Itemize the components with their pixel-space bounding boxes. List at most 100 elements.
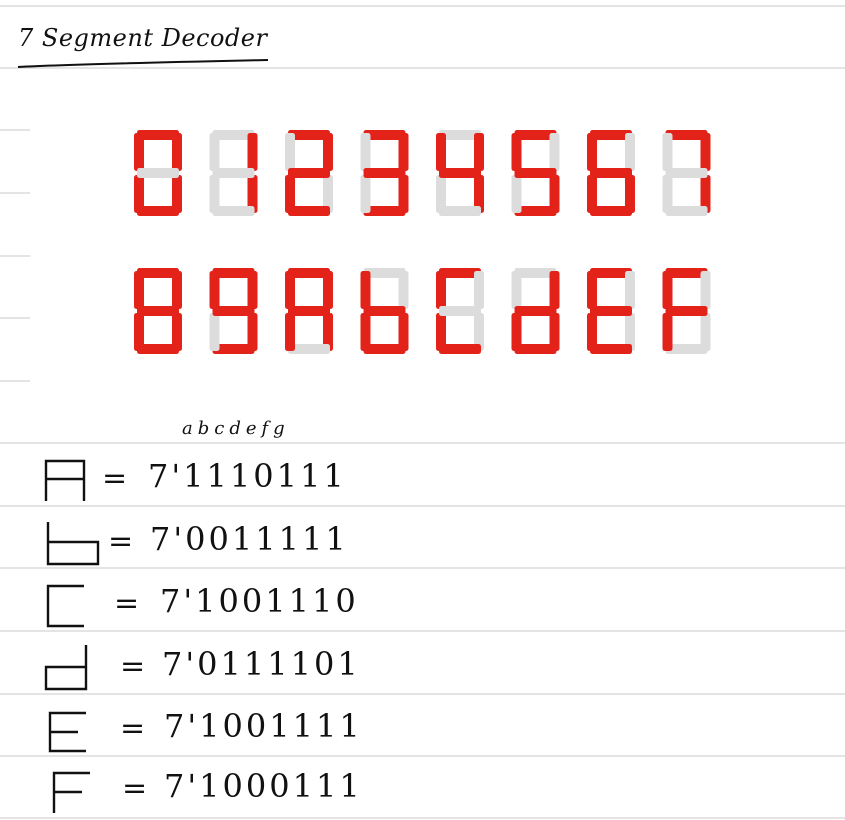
segment-e [134, 313, 144, 351]
segment-b [700, 133, 711, 171]
segment-g [363, 306, 406, 316]
segment-e [209, 175, 220, 213]
glyph-F-icon [52, 771, 90, 813]
segment-b [247, 271, 258, 309]
segment-g [363, 168, 406, 178]
segment-e [360, 175, 371, 213]
segment-b [398, 133, 409, 171]
segment-e [436, 313, 446, 351]
segment-g [590, 168, 632, 178]
segment-g [514, 168, 557, 178]
segment-code: 7'0011111 [150, 520, 349, 558]
digit-4 [436, 130, 484, 216]
segment-e [511, 175, 522, 213]
segment-e [360, 313, 371, 351]
page-title: 7 Segment Decoder [18, 24, 268, 52]
segment-e [662, 313, 673, 351]
segment-f [587, 271, 597, 309]
segment-f [134, 271, 144, 309]
digit-b [360, 268, 409, 354]
segment-f [209, 133, 220, 171]
segment-e [285, 175, 295, 213]
segment-g [137, 306, 179, 316]
segment-f [360, 133, 371, 171]
segment-f [662, 133, 673, 171]
segment-b [474, 271, 484, 309]
segment-g [665, 168, 708, 178]
segment-e [587, 175, 597, 213]
segment-b [625, 271, 635, 309]
segment-f [209, 271, 220, 309]
segment-code: 7'1000111 [164, 767, 363, 805]
segment-e [511, 313, 522, 351]
equals-sign: = [120, 711, 146, 746]
glyph-d-icon [44, 645, 88, 691]
segment-b [700, 271, 711, 309]
digit-9 [209, 268, 258, 354]
segment-f [436, 133, 446, 171]
segment-b [323, 133, 333, 171]
segment-f [360, 271, 371, 309]
segment-e [662, 175, 673, 213]
glyph-b-icon [46, 522, 100, 566]
digit-0 [134, 130, 182, 216]
digit-A [285, 268, 333, 354]
segment-b [549, 133, 560, 171]
digit-1 [209, 130, 258, 216]
segment-b [172, 271, 182, 309]
segment-code: 7'1110111 [148, 457, 347, 495]
equals-sign: = [102, 461, 128, 496]
segment-e [285, 313, 295, 351]
segment-e [436, 175, 446, 213]
segment-code: 7'1001110 [160, 582, 359, 620]
segment-b [625, 133, 635, 171]
equals-sign: = [122, 771, 148, 806]
digit-d [511, 268, 560, 354]
equals-sign: = [108, 524, 134, 559]
glyph-C-icon [46, 584, 84, 628]
segment-b [474, 133, 484, 171]
segment-g [439, 306, 481, 316]
digit-7 [662, 130, 711, 216]
digit-E [587, 268, 635, 354]
segment-f [285, 271, 295, 309]
equals-sign: = [120, 649, 146, 684]
segment-e [209, 313, 220, 351]
segment-b [549, 271, 560, 309]
segment-b [323, 271, 333, 309]
segment-g [137, 168, 179, 178]
segment-code: 7'0111101 [162, 645, 361, 683]
segment-e [587, 313, 597, 351]
segment-g [665, 306, 708, 316]
segment-b [247, 133, 258, 171]
segment-code: 7'1001111 [164, 707, 363, 745]
segment-f [285, 133, 295, 171]
segment-b [398, 271, 409, 309]
segment-g [288, 168, 330, 178]
segment-f [134, 133, 144, 171]
segment-g [212, 306, 255, 316]
segment-g [439, 168, 481, 178]
seven-segment-display-panel [30, 92, 845, 400]
digit-3 [360, 130, 409, 216]
segment-b [172, 133, 182, 171]
digit-6 [587, 130, 635, 216]
segment-f [511, 271, 522, 309]
digit-F [662, 268, 711, 354]
digit-C [436, 268, 484, 354]
segment-f [587, 133, 597, 171]
title-underline [17, 59, 269, 68]
glyph-A-icon [44, 459, 86, 501]
segment-g [514, 306, 557, 316]
segment-g [212, 168, 255, 178]
digit-2 [285, 130, 333, 216]
segment-f [662, 271, 673, 309]
digit-5 [511, 130, 560, 216]
segment-f [436, 271, 446, 309]
glyph-E-icon [48, 711, 86, 753]
segment-f [511, 133, 522, 171]
segment-order-legend: abcdefg [182, 418, 290, 439]
segment-e [134, 175, 144, 213]
segment-g [288, 306, 330, 316]
digit-8 [134, 268, 182, 354]
